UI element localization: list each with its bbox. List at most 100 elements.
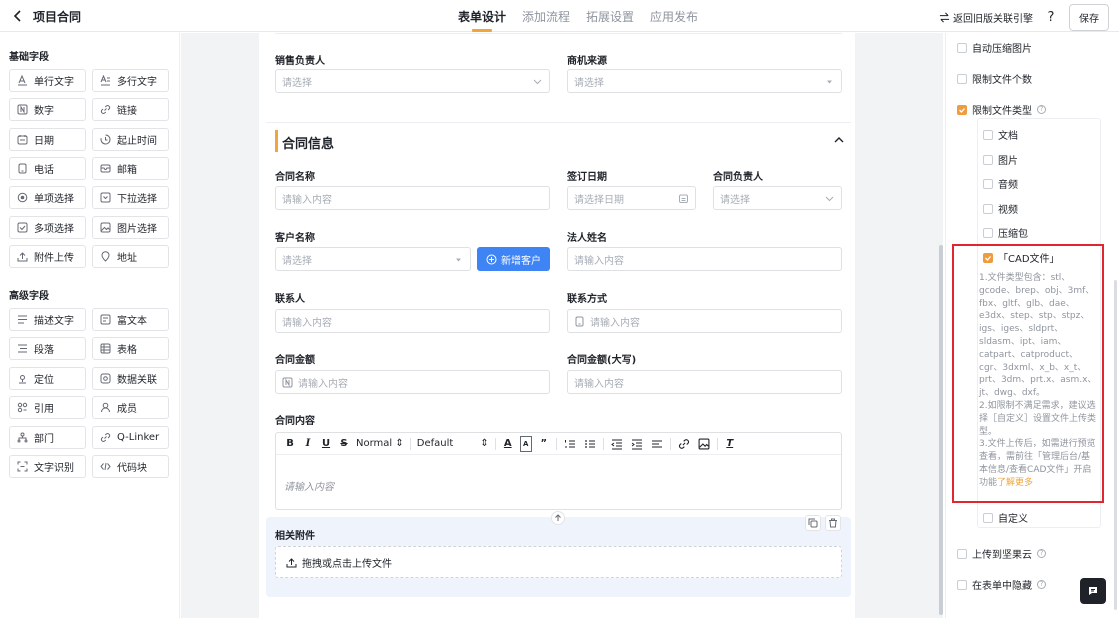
tab-app-publish[interactable]: 应用发布 (642, 0, 706, 32)
checkbox[interactable] (983, 227, 993, 238)
upload-dropzone[interactable]: 拖拽或点击上传文件 (275, 546, 842, 578)
help-icon[interactable]: ? (1043, 10, 1059, 25)
contract-owner-select[interactable]: 请选择 (713, 186, 842, 210)
outdent-icon[interactable] (610, 436, 624, 452)
field-image-select[interactable]: 图片选择 (92, 216, 169, 239)
field-code-block[interactable]: 代码块 (92, 455, 169, 478)
type-document[interactable]: 文档 (983, 127, 1018, 142)
limit-count-option[interactable]: 限制文件个数 (957, 71, 1032, 86)
checkbox[interactable] (957, 579, 967, 590)
field-department[interactable]: 部门 (9, 426, 86, 449)
help-icon[interactable]: ? (1037, 105, 1046, 114)
type-custom[interactable]: 自定义 (983, 510, 1028, 525)
dropdown-icon (100, 192, 111, 203)
legacy-engine-link[interactable]: 返回旧版关联引擎 (939, 10, 1033, 25)
chat-icon[interactable] (1080, 578, 1106, 604)
field-q-linker[interactable]: Q-Linker (92, 426, 169, 449)
tab-form-design[interactable]: 表单设计 (450, 0, 514, 32)
back-arrow-icon[interactable] (10, 8, 26, 24)
checkbox[interactable] (983, 203, 993, 214)
limit-type-option[interactable]: 限制文件类型? (957, 102, 1046, 117)
font-color-icon[interactable]: A (502, 436, 514, 452)
checkbox[interactable] (983, 129, 993, 140)
type-image[interactable]: 图片 (983, 152, 1018, 167)
amount-input[interactable]: 请输入内容 (275, 370, 550, 394)
align-icon[interactable] (650, 436, 664, 452)
checkbox-checked[interactable] (957, 104, 967, 115)
phone-input[interactable]: 请输入内容 (567, 309, 842, 333)
lead-source-select[interactable]: 请选择 (567, 69, 842, 93)
field-table[interactable]: 表格 (92, 337, 169, 360)
checkbox[interactable] (957, 42, 967, 53)
field-address[interactable]: 地址 (92, 245, 169, 268)
quote-icon[interactable]: ” (538, 436, 550, 452)
link-icon[interactable] (677, 436, 691, 452)
field-reference[interactable]: 引用 (9, 396, 86, 419)
strikethrough-icon[interactable]: S (338, 436, 350, 452)
bold-icon[interactable]: B (284, 436, 296, 452)
field-email[interactable]: 邮箱 (92, 157, 169, 180)
field-rich-text[interactable]: 富文本 (92, 308, 169, 331)
attachment-field[interactable]: 相关附件 拖拽或点击上传文件 (266, 515, 851, 597)
tab-add-process[interactable]: 添加流程 (514, 0, 578, 32)
underline-icon[interactable]: U (320, 436, 332, 452)
field-data-relation[interactable]: 数据关联 (92, 367, 169, 390)
checkbox[interactable] (957, 548, 967, 559)
field-multi-line[interactable]: 多行文字 (92, 69, 169, 92)
field-link[interactable]: 链接 (92, 98, 169, 121)
sales-owner-select[interactable]: 请选择 (275, 69, 550, 93)
add-customer-button[interactable]: 新增客户 (477, 247, 550, 271)
field-time-range[interactable]: 起止时间 (92, 128, 169, 151)
field-phone[interactable]: 电话 (9, 157, 86, 180)
trash-icon[interactable] (825, 515, 841, 531)
type-archive[interactable]: 压缩包 (983, 225, 1028, 240)
image-icon[interactable] (697, 436, 711, 452)
customer-select[interactable]: 请选择 (275, 247, 471, 271)
checkbox[interactable] (983, 512, 993, 523)
checkbox[interactable] (957, 73, 967, 84)
bullet-list-icon[interactable] (583, 436, 597, 452)
upload-cloud-option[interactable]: 上传到坚果云? (957, 546, 1046, 561)
field-radio[interactable]: 单项选择 (9, 186, 86, 209)
sign-date-picker[interactable]: 请选择日期 (567, 186, 696, 210)
field-checkbox[interactable]: 多项选择 (9, 216, 86, 239)
field-attachment[interactable]: 附件上传 (9, 245, 86, 268)
field-number[interactable]: 数字 (9, 98, 86, 121)
contract-name-input[interactable]: 请输入内容 (275, 186, 550, 210)
clear-format-icon[interactable]: T (724, 436, 736, 452)
canvas-scrollbar[interactable] (939, 245, 943, 615)
panel-scrollbar[interactable] (1114, 280, 1117, 610)
tab-extend-settings[interactable]: 拓展设置 (578, 0, 642, 32)
checkbox[interactable] (983, 178, 993, 189)
indent-icon[interactable] (630, 436, 644, 452)
field-dropdown[interactable]: 下拉选择 (92, 186, 169, 209)
legal-person-input[interactable]: 请输入内容 (567, 247, 842, 271)
copy-icon[interactable] (805, 515, 821, 531)
field-single-line[interactable]: 单行文字 (9, 69, 86, 92)
section-contract-info[interactable]: 合同信息 (275, 130, 845, 152)
checkbox[interactable] (983, 154, 993, 165)
contact-input[interactable]: 请输入内容 (275, 309, 550, 333)
field-paragraph[interactable]: 段落 (9, 337, 86, 360)
type-video[interactable]: 视频 (983, 201, 1018, 216)
highlight-color-icon[interactable]: A (519, 435, 532, 452)
rich-text-editor[interactable]: B I U S Normal ⇕ Default ⇕ A A ” T 请输入内容 (275, 432, 842, 510)
save-button[interactable]: 保存 (1069, 4, 1109, 31)
field-date[interactable]: 日期 (9, 128, 86, 151)
type-audio[interactable]: 音频 (983, 176, 1018, 191)
field-ocr[interactable]: 文字识别 (9, 455, 86, 478)
hide-in-form-option[interactable]: 在表单中隐藏? (957, 577, 1046, 592)
chevron-up-icon[interactable] (833, 134, 845, 146)
heading-select[interactable]: Normal ⇕ (356, 436, 404, 452)
help-icon[interactable]: ? (1037, 580, 1046, 589)
move-up-icon[interactable] (551, 511, 565, 525)
font-select[interactable]: Default ⇕ (417, 436, 489, 452)
field-member[interactable]: 成员 (92, 396, 169, 419)
ordered-list-icon[interactable] (563, 436, 577, 452)
amount-cn-input[interactable]: 请输入内容 (567, 370, 842, 394)
field-description[interactable]: 描述文字 (9, 308, 86, 331)
help-icon[interactable]: ? (1037, 549, 1046, 558)
auto-compress-option[interactable]: 自动压缩图片 (957, 40, 1032, 55)
field-location[interactable]: 定位 (9, 367, 86, 390)
italic-icon[interactable]: I (302, 436, 314, 452)
